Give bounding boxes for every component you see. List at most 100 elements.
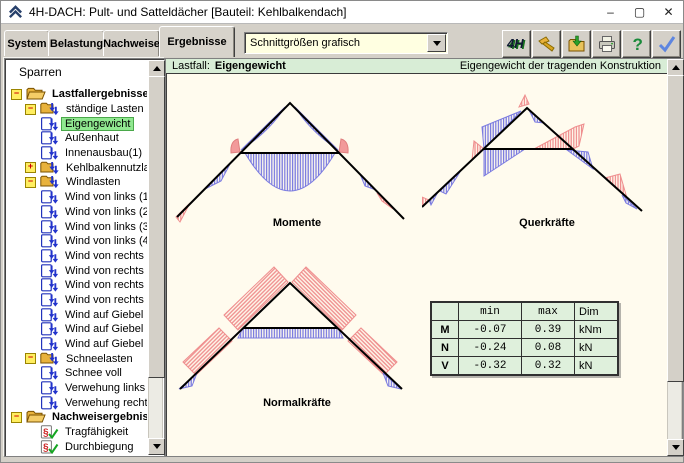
tree-item[interactable]: − Lastfallergebnisse [7, 87, 147, 102]
hammer-icon [537, 34, 557, 54]
result-view-select[interactable]: Schnittgrößen grafisch [244, 32, 448, 54]
tree-item[interactable]: − Windlasten [7, 175, 147, 190]
tree-item-icon [39, 234, 59, 248]
tree-item[interactable]: Verwehung rechts [7, 395, 147, 410]
tree-item[interactable]: Wind auf Giebel (3) [7, 337, 147, 352]
momente-label: Momente [172, 217, 422, 229]
tree-item[interactable]: Eigengewicht [7, 116, 147, 131]
tab-system[interactable]: System [4, 30, 50, 56]
tree-item[interactable]: + Kehlbalkennutzlast [7, 160, 147, 175]
tree-item[interactable]: Wind von links (2) [7, 205, 147, 220]
normalkraefte-plot [172, 251, 422, 421]
chevron-down-icon [433, 41, 441, 46]
4h-logo-icon: 4H 4H [506, 34, 528, 54]
tree-item[interactable]: Tragfähigkeit [7, 425, 147, 440]
tree-scroll-up-button[interactable] [148, 60, 165, 77]
tree-item[interactable]: Wind von links (1) [7, 190, 147, 205]
row-header-V: V [431, 357, 459, 376]
table-corner-cell [431, 302, 459, 321]
tree-item-icon [39, 381, 59, 395]
tree-item[interactable]: Wind auf Giebel (1) [7, 307, 147, 322]
triangle-down-icon [672, 445, 680, 450]
tree-item[interactable]: Schnee voll [7, 366, 147, 381]
tree-item-label: ständige Lasten [63, 103, 147, 115]
confirm-button[interactable] [652, 30, 681, 58]
tree-item-icon [40, 352, 60, 366]
tab-ergebnisse[interactable]: Ergebnisse [159, 26, 235, 57]
tree-expander[interactable]: − [11, 89, 22, 100]
tree-item[interactable]: Wind von rechts (1) [7, 249, 147, 264]
value-V-max: 0.32 [522, 357, 575, 376]
tree-item-icon [39, 117, 59, 131]
tree-expander[interactable]: − [11, 412, 22, 423]
tree-item-label: Wind von rechts (1) [62, 250, 147, 262]
tree-item-icon [39, 425, 59, 439]
tree-expander[interactable]: − [25, 353, 36, 364]
svg-text:?: ? [632, 35, 642, 54]
tree-item[interactable]: Durchbiegung [7, 440, 147, 455]
tree-item-label: Durchbiegung [62, 441, 137, 453]
table-row: M -0.07 0.39 kNm [431, 321, 618, 339]
tab-nachweise[interactable]: Nachweise [103, 30, 160, 56]
tree-item[interactable]: − Nachweisergebnisse [7, 410, 147, 425]
tree-item-label: Verwehung links [62, 382, 147, 394]
tools-button[interactable] [532, 30, 561, 58]
tree-item[interactable]: − ständige Lasten [7, 102, 147, 117]
tree-item-icon [39, 264, 59, 278]
app-4h-button[interactable]: 4H 4H [502, 30, 531, 58]
tree-item-label: Schnee voll [62, 367, 125, 379]
loadcase-prefix: Lastfall: [172, 60, 210, 72]
main-scroll-up-button[interactable] [667, 59, 684, 76]
tree-item[interactable]: Wind auf Giebel (2) [7, 322, 147, 337]
normalkraefte-diagram: Normalkräfte [172, 251, 422, 421]
import-button[interactable] [562, 30, 591, 58]
triangle-up-icon [672, 65, 680, 70]
normalkraefte-label: Normalkräfte [172, 397, 422, 409]
tree-item[interactable]: Wind von links (4) [7, 234, 147, 249]
tree-item[interactable]: Wind von rechts (4) [7, 293, 147, 308]
checkmark-icon [657, 34, 677, 54]
dropdown-arrow-button[interactable] [427, 34, 446, 52]
print-button[interactable] [592, 30, 621, 58]
minimize-button[interactable]: – [596, 1, 625, 23]
main-scrollbar[interactable] [667, 59, 682, 456]
tree-scrollbar[interactable] [148, 60, 163, 455]
tree-item[interactable]: Verwehung links [7, 381, 147, 396]
maximize-button[interactable]: ▢ [625, 1, 654, 23]
close-button[interactable]: ✕ [654, 1, 683, 23]
tree-item[interactable]: Wind von links (3) [7, 219, 147, 234]
tree-item-icon [39, 308, 59, 322]
tree-expander[interactable]: − [25, 177, 36, 188]
help-button[interactable]: ? [622, 30, 651, 58]
tree-expander[interactable]: + [25, 162, 36, 173]
main-scroll-down-button[interactable] [667, 439, 684, 456]
loadcase-name: Eigengewicht [215, 60, 286, 72]
value-V-min: -0.32 [459, 357, 522, 376]
col-header-max: max [522, 302, 575, 321]
loadcase-description: Eigengewicht der tragenden Konstruktion [460, 60, 661, 72]
tree-item-icon [40, 102, 60, 116]
tree-item[interactable]: Außenhaut [7, 131, 147, 146]
tree-item[interactable]: Wind von rechts (2) [7, 263, 147, 278]
tree-scrollbar-thumb[interactable] [148, 76, 165, 378]
results-table: min max Dim M -0.07 0.39 kNm N -0.24 0.0… [430, 301, 619, 376]
tab-belastung[interactable]: Belastung [48, 30, 105, 56]
tree-item[interactable]: Innenausbau(1) [7, 146, 147, 161]
querkraefte-diagram: Querkräfte [422, 89, 672, 239]
tree-item[interactable]: − Schneelasten [7, 351, 147, 366]
tree-expander[interactable]: − [25, 104, 36, 115]
main-scrollbar-thumb[interactable] [667, 75, 684, 382]
tree-item-label: Wind von rechts (4) [62, 294, 147, 306]
title-bar: 4H-DACH: Pult- und Satteldächer [Bauteil… [1, 1, 683, 24]
triangle-down-icon [153, 444, 161, 449]
tree-item[interactable]: Wind von rechts (3) [7, 278, 147, 293]
tree-item-icon [40, 161, 60, 175]
tree-item-icon [39, 366, 59, 380]
unit-V: kN [575, 357, 619, 376]
tree-item-label: Eigengewicht [62, 118, 133, 130]
tree-item-icon [39, 440, 59, 454]
tree-item-icon [39, 278, 59, 292]
tree-item-icon [39, 396, 59, 410]
tree-scroll-down-button[interactable] [148, 438, 165, 455]
tree-title: Sparren [19, 65, 62, 79]
